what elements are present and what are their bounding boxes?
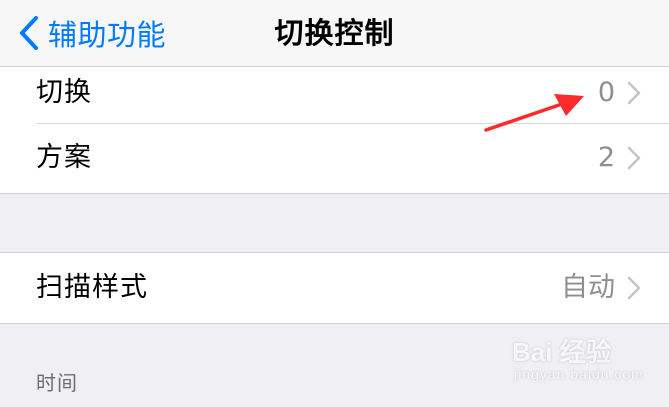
switches-label: 切换	[36, 77, 92, 108]
annotation-arrow-icon	[484, 94, 584, 132]
navigation-bar: 辅助功能 切换控制	[0, 0, 669, 67]
recipes-value: 2	[597, 142, 615, 173]
baidu-watermark: Bai 经验 jingyan.baidu.com	[512, 332, 662, 392]
scanning-style-row[interactable]: 扫描样式 自动	[0, 253, 669, 323]
scanning-style-value: 自动	[561, 272, 615, 303]
chevron-right-icon	[627, 276, 641, 300]
chevron-right-icon	[627, 146, 641, 170]
section-header-timing: 时间	[36, 371, 78, 395]
switches-value: 0	[597, 77, 615, 108]
watermark-sub: jingyan.baidu.com	[514, 366, 644, 382]
watermark-main: Bai 经验	[512, 337, 612, 367]
scanning-style-label: 扫描样式	[36, 272, 148, 303]
recipes-label: 方案	[36, 142, 92, 173]
chevron-right-icon	[627, 81, 641, 105]
settings-group-scanning: 扫描样式 自动	[0, 252, 669, 324]
page-title: 切换控制	[274, 16, 395, 50]
